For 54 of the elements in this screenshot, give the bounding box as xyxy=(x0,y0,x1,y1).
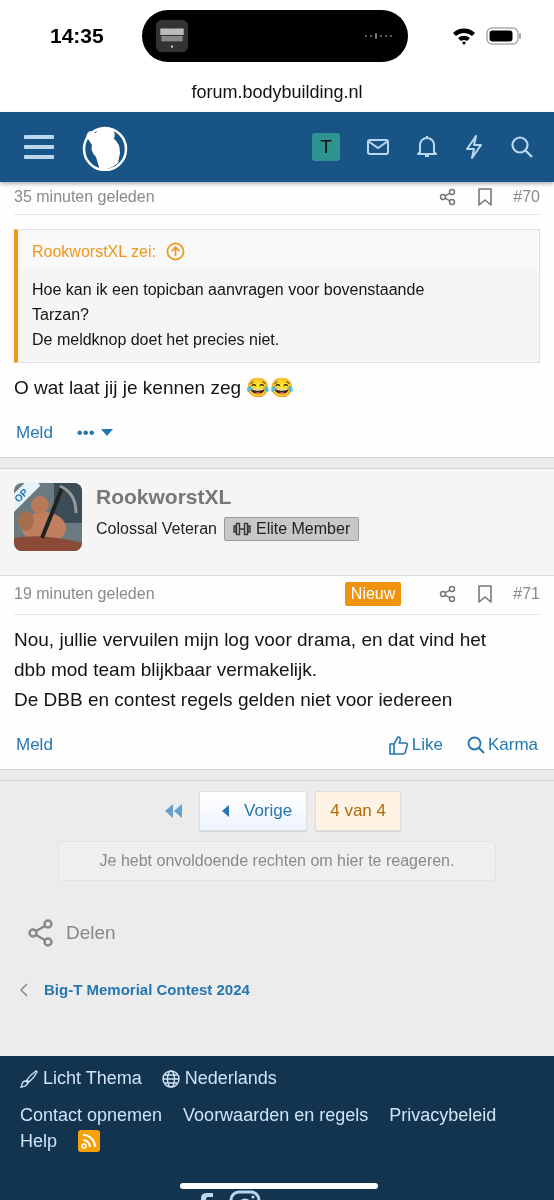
wifi-icon xyxy=(452,27,476,45)
permission-notice: Je hebt onvoldoende rechten om hier te reageren. xyxy=(58,841,496,881)
mail-icon[interactable] xyxy=(366,137,390,157)
member-banner: Elite Member xyxy=(223,517,360,541)
post-text: De DBB en contest regels gelden niet voor iedereen xyxy=(14,688,454,712)
report-link[interactable]: Meld xyxy=(16,735,53,755)
language-selector[interactable]: Nederlands xyxy=(161,1068,277,1089)
karma-button[interactable]: Karma xyxy=(466,735,538,755)
caret-icon xyxy=(100,429,113,437)
menu-icon[interactable] xyxy=(24,133,56,161)
brush-icon xyxy=(20,1069,38,1088)
search-icon xyxy=(466,736,485,754)
username[interactable]: RookworstXL xyxy=(96,485,360,509)
post-number[interactable]: #71 xyxy=(513,585,540,603)
user-title: Colossal Veteran xyxy=(96,520,217,538)
bookmark-icon[interactable] xyxy=(477,188,494,206)
footer-link[interactable]: Voorwaarden en regels xyxy=(183,1105,369,1126)
previous-button[interactable]: Vorige xyxy=(199,791,308,831)
share-icon xyxy=(28,919,54,947)
post-text: Nou, jullie vervuilen mijn log voor drama, en dat vind het dbb mod team blijkbaar vermakelijk. xyxy=(14,628,488,682)
post-time[interactable]: 19 minuten geleden xyxy=(14,585,155,603)
quote-text: Hoe kan ik een topicban aanvragen voor bovenstaande Tarzan? xyxy=(32,280,426,325)
clock: 14:35 xyxy=(50,24,105,48)
globe-icon xyxy=(161,1069,180,1088)
url-text[interactable]: forum.bodybuilding.nl xyxy=(191,81,363,103)
caret-left-icon xyxy=(222,805,230,817)
lightning-icon[interactable] xyxy=(464,135,484,159)
share-icon[interactable] xyxy=(439,585,458,603)
notifications-icon[interactable] xyxy=(416,135,438,159)
post-number[interactable]: #70 xyxy=(513,188,540,206)
footer-link[interactable]: Privacybeleid xyxy=(389,1105,497,1126)
footer-link[interactable]: Contact opnemen xyxy=(20,1105,163,1126)
quote-text: De meldknop doet het precies niet. xyxy=(32,330,281,350)
search-icon[interactable] xyxy=(510,135,534,159)
share-button[interactable]: Delen xyxy=(28,919,116,947)
like-button[interactable]: Like xyxy=(388,735,443,755)
battery-icon xyxy=(486,27,522,45)
post-text: O wat laat jij je kennen zeg 😂😂 xyxy=(14,376,296,400)
new-label: Nieuw xyxy=(344,582,402,606)
theme-toggle[interactable]: Licht Thema xyxy=(20,1068,142,1089)
page-button[interactable]: 4 van 4 xyxy=(315,791,401,831)
bookmark-icon[interactable] xyxy=(477,585,494,603)
report-link[interactable]: Meld xyxy=(16,423,53,443)
chevron-left-icon[interactable] xyxy=(20,982,28,997)
waveform-icon xyxy=(364,32,394,40)
breadcrumb-link[interactable]: Big-T Memorial Contest 2024 xyxy=(44,981,250,998)
thumbs-up-icon xyxy=(388,735,409,755)
account-avatar[interactable]: T xyxy=(312,133,340,161)
footer-link[interactable]: Help xyxy=(20,1130,58,1152)
rss-icon[interactable] xyxy=(78,1130,101,1152)
dumbbell-icon xyxy=(232,522,251,536)
more-menu[interactable]: ••• xyxy=(76,423,113,443)
share-icon[interactable] xyxy=(439,188,458,206)
post-time[interactable]: 35 minuten geleden xyxy=(14,188,155,206)
